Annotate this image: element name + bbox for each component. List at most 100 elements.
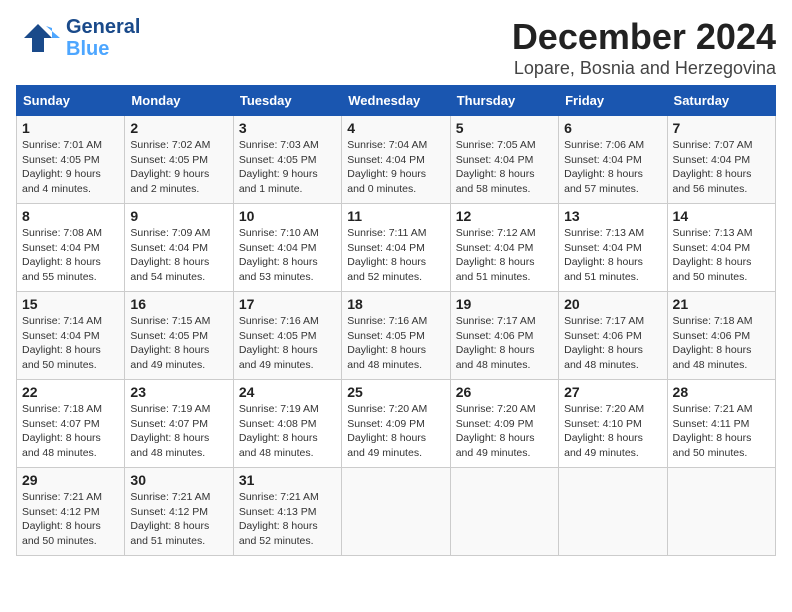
day-number: 7 bbox=[673, 120, 770, 136]
day-cell-19: 19 Sunrise: 7:17 AM Sunset: 4:06 PM Dayli… bbox=[450, 292, 558, 380]
day-number: 15 bbox=[22, 296, 119, 312]
day-cell-6: 6 Sunrise: 7:06 AM Sunset: 4:04 PM Daylig… bbox=[559, 116, 667, 204]
day-details: Sunrise: 7:02 AM Sunset: 4:05 PM Dayligh… bbox=[130, 138, 227, 197]
day-number: 6 bbox=[564, 120, 661, 136]
day-number: 30 bbox=[130, 472, 227, 488]
day-number: 17 bbox=[239, 296, 336, 312]
day-number: 16 bbox=[130, 296, 227, 312]
day-details: Sunrise: 7:06 AM Sunset: 4:04 PM Dayligh… bbox=[564, 138, 661, 197]
title-block: December 2024 Lopare, Bosnia and Herzego… bbox=[512, 16, 776, 79]
day-details: Sunrise: 7:01 AM Sunset: 4:05 PM Dayligh… bbox=[22, 138, 119, 197]
day-details: Sunrise: 7:18 AM Sunset: 4:06 PM Dayligh… bbox=[673, 314, 770, 373]
day-cell-16: 16 Sunrise: 7:15 AM Sunset: 4:05 PM Dayli… bbox=[125, 292, 233, 380]
day-details: Sunrise: 7:17 AM Sunset: 4:06 PM Dayligh… bbox=[564, 314, 661, 373]
day-cell-8: 8 Sunrise: 7:08 AM Sunset: 4:04 PM Daylig… bbox=[17, 204, 125, 292]
day-details: Sunrise: 7:16 AM Sunset: 4:05 PM Dayligh… bbox=[239, 314, 336, 373]
day-details: Sunrise: 7:20 AM Sunset: 4:10 PM Dayligh… bbox=[564, 402, 661, 461]
day-cell-17: 17 Sunrise: 7:16 AM Sunset: 4:05 PM Dayli… bbox=[233, 292, 341, 380]
day-number: 24 bbox=[239, 384, 336, 400]
day-details: Sunrise: 7:21 AM Sunset: 4:11 PM Dayligh… bbox=[673, 402, 770, 461]
day-details: Sunrise: 7:11 AM Sunset: 4:04 PM Dayligh… bbox=[347, 226, 444, 285]
day-details: Sunrise: 7:13 AM Sunset: 4:04 PM Dayligh… bbox=[673, 226, 770, 285]
week-row-1: 1 Sunrise: 7:01 AM Sunset: 4:05 PM Daylig… bbox=[17, 116, 776, 204]
day-number: 10 bbox=[239, 208, 336, 224]
day-number: 4 bbox=[347, 120, 444, 136]
day-cell-27: 27 Sunrise: 7:20 AM Sunset: 4:10 PM Dayli… bbox=[559, 380, 667, 468]
day-number: 12 bbox=[456, 208, 553, 224]
day-details: Sunrise: 7:10 AM Sunset: 4:04 PM Dayligh… bbox=[239, 226, 336, 285]
day-cell-7: 7 Sunrise: 7:07 AM Sunset: 4:04 PM Daylig… bbox=[667, 116, 775, 204]
column-header-friday: Friday bbox=[559, 86, 667, 116]
logo: General Blue bbox=[16, 16, 140, 60]
day-cell-3: 3 Sunrise: 7:03 AM Sunset: 4:05 PM Daylig… bbox=[233, 116, 341, 204]
day-details: Sunrise: 7:19 AM Sunset: 4:08 PM Dayligh… bbox=[239, 402, 336, 461]
day-details: Sunrise: 7:05 AM Sunset: 4:04 PM Dayligh… bbox=[456, 138, 553, 197]
header: General Blue December 2024 Lopare, Bosni… bbox=[16, 16, 776, 79]
day-cell-28: 28 Sunrise: 7:21 AM Sunset: 4:11 PM Dayli… bbox=[667, 380, 775, 468]
day-cell-12: 12Sunrise: 7:12 AM Sunset: 4:04 PM Dayli… bbox=[450, 204, 558, 292]
day-cell-11: 11 Sunrise: 7:11 AM Sunset: 4:04 PM Dayli… bbox=[342, 204, 450, 292]
day-number: 20 bbox=[564, 296, 661, 312]
day-cell-18: 18Sunrise: 7:16 AM Sunset: 4:05 PM Dayli… bbox=[342, 292, 450, 380]
day-details: Sunrise: 7:15 AM Sunset: 4:05 PM Dayligh… bbox=[130, 314, 227, 373]
day-details: Sunrise: 7:19 AM Sunset: 4:07 PM Dayligh… bbox=[130, 402, 227, 461]
day-number: 23 bbox=[130, 384, 227, 400]
day-details: Sunrise: 7:17 AM Sunset: 4:06 PM Dayligh… bbox=[456, 314, 553, 373]
day-details: Sunrise: 7:20 AM Sunset: 4:09 PM Dayligh… bbox=[456, 402, 553, 461]
day-cell-20: 20 Sunrise: 7:17 AM Sunset: 4:06 PM Dayli… bbox=[559, 292, 667, 380]
day-details: Sunrise: 7:09 AM Sunset: 4:04 PM Dayligh… bbox=[130, 226, 227, 285]
day-cell-4: 4 Sunrise: 7:04 AM Sunset: 4:04 PM Daylig… bbox=[342, 116, 450, 204]
day-details: Sunrise: 7:08 AM Sunset: 4:04 PM Dayligh… bbox=[22, 226, 119, 285]
day-details: Sunrise: 7:04 AM Sunset: 4:04 PM Dayligh… bbox=[347, 138, 444, 197]
day-cell-26: 26 Sunrise: 7:20 AM Sunset: 4:09 PM Dayli… bbox=[450, 380, 558, 468]
day-number: 9 bbox=[130, 208, 227, 224]
day-cell-29: 29 Sunrise: 7:21 AM Sunset: 4:12 PM Dayli… bbox=[17, 468, 125, 556]
month-title: December 2024 bbox=[512, 16, 776, 58]
day-details: Sunrise: 7:13 AM Sunset: 4:04 PM Dayligh… bbox=[564, 226, 661, 285]
day-number: 29 bbox=[22, 472, 119, 488]
day-number: 5 bbox=[456, 120, 553, 136]
day-cell-2: 2 Sunrise: 7:02 AM Sunset: 4:05 PM Daylig… bbox=[125, 116, 233, 204]
week-row-4: 22Sunrise: 7:18 AM Sunset: 4:07 PM Dayli… bbox=[17, 380, 776, 468]
empty-cell bbox=[342, 468, 450, 556]
day-number: 11 bbox=[347, 208, 444, 224]
column-header-wednesday: Wednesday bbox=[342, 86, 450, 116]
day-cell-31: 31Sunrise: 7:21 AM Sunset: 4:13 PM Dayli… bbox=[233, 468, 341, 556]
day-number: 8 bbox=[22, 208, 119, 224]
day-number: 14 bbox=[673, 208, 770, 224]
day-number: 28 bbox=[673, 384, 770, 400]
day-cell-5: 5 Sunrise: 7:05 AM Sunset: 4:04 PM Daylig… bbox=[450, 116, 558, 204]
day-cell-14: 14 Sunrise: 7:13 AM Sunset: 4:04 PM Dayli… bbox=[667, 204, 775, 292]
day-details: Sunrise: 7:21 AM Sunset: 4:12 PM Dayligh… bbox=[130, 490, 227, 549]
column-header-monday: Monday bbox=[125, 86, 233, 116]
week-row-5: 29 Sunrise: 7:21 AM Sunset: 4:12 PM Dayli… bbox=[17, 468, 776, 556]
day-number: 27 bbox=[564, 384, 661, 400]
day-details: Sunrise: 7:21 AM Sunset: 4:13 PM Dayligh… bbox=[239, 490, 336, 549]
logo-text: General Blue bbox=[66, 16, 140, 60]
day-details: Sunrise: 7:03 AM Sunset: 4:05 PM Dayligh… bbox=[239, 138, 336, 197]
day-number: 26 bbox=[456, 384, 553, 400]
column-header-saturday: Saturday bbox=[667, 86, 775, 116]
day-cell-22: 22Sunrise: 7:18 AM Sunset: 4:07 PM Dayli… bbox=[17, 380, 125, 468]
empty-cell bbox=[667, 468, 775, 556]
day-number: 19 bbox=[456, 296, 553, 312]
day-cell-9: 9 Sunrise: 7:09 AM Sunset: 4:04 PM Daylig… bbox=[125, 204, 233, 292]
day-number: 3 bbox=[239, 120, 336, 136]
day-details: Sunrise: 7:07 AM Sunset: 4:04 PM Dayligh… bbox=[673, 138, 770, 197]
day-details: Sunrise: 7:21 AM Sunset: 4:12 PM Dayligh… bbox=[22, 490, 119, 549]
day-cell-24: 24 Sunrise: 7:19 AM Sunset: 4:08 PM Dayli… bbox=[233, 380, 341, 468]
day-details: Sunrise: 7:20 AM Sunset: 4:09 PM Dayligh… bbox=[347, 402, 444, 461]
day-details: Sunrise: 7:18 AM Sunset: 4:07 PM Dayligh… bbox=[22, 402, 119, 461]
logo-icon bbox=[16, 20, 60, 56]
column-header-thursday: Thursday bbox=[450, 86, 558, 116]
column-headers: SundayMondayTuesdayWednesdayThursdayFrid… bbox=[17, 86, 776, 116]
day-cell-25: 25 Sunrise: 7:20 AM Sunset: 4:09 PM Dayli… bbox=[342, 380, 450, 468]
day-number: 1 bbox=[22, 120, 119, 136]
day-details: Sunrise: 7:14 AM Sunset: 4:04 PM Dayligh… bbox=[22, 314, 119, 373]
day-number: 25 bbox=[347, 384, 444, 400]
day-cell-23: 23 Sunrise: 7:19 AM Sunset: 4:07 PM Dayli… bbox=[125, 380, 233, 468]
column-header-tuesday: Tuesday bbox=[233, 86, 341, 116]
day-number: 2 bbox=[130, 120, 227, 136]
location-title: Lopare, Bosnia and Herzegovina bbox=[512, 58, 776, 79]
empty-cell bbox=[559, 468, 667, 556]
